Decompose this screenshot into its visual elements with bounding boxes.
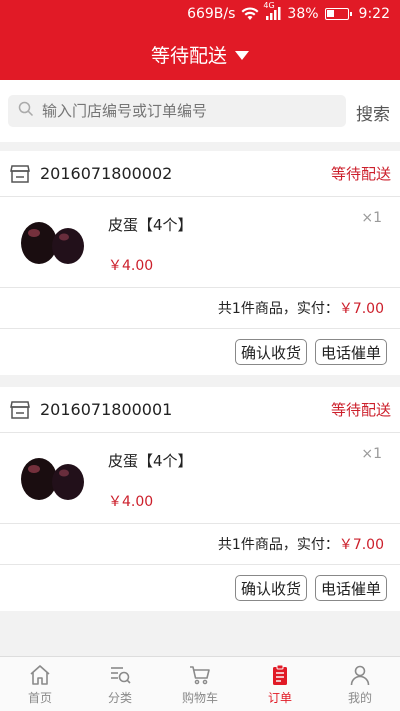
order-item[interactable]: 皮蛋【4个】 ×1 ￥4.00 (0, 433, 400, 524)
order-icon (273, 664, 287, 685)
search-box (8, 95, 346, 127)
order-status: 等待配送 (330, 401, 391, 419)
order-number: 2016071800001 (40, 400, 173, 419)
order-card: 2016071800001 等待配送 皮蛋【4个】 ×1 ￥4.00 共1件商品… (0, 387, 400, 611)
battery-icon (324, 8, 352, 20)
tab-label: 首页 (27, 690, 52, 705)
store-icon (10, 400, 30, 419)
product-image (21, 222, 84, 264)
order-header[interactable]: 2016071800002 等待配送 (0, 151, 400, 197)
tab-mine[interactable]: 我的 (320, 657, 400, 711)
product-quantity: ×1 (361, 446, 382, 462)
product-price: ￥4.00 (108, 258, 154, 274)
status-bar: 669B/s 4G 38% 9:22 (0, 0, 400, 28)
tab-label: 分类 (107, 690, 132, 705)
search-icon (18, 101, 34, 121)
tab-label: 我的 (347, 690, 372, 705)
search-button[interactable]: 搜索 (356, 100, 390, 125)
product-name: 皮蛋【4个】 (108, 216, 193, 234)
app-header: 669B/s 4G 38% 9:22 等待配送 (0, 0, 400, 80)
confirm-receipt-button[interactable]: 确认收货 (234, 339, 307, 365)
product-name: 皮蛋【4个】 (108, 452, 193, 470)
wifi-icon (241, 7, 259, 21)
page-title: 等待配送 (150, 44, 227, 67)
home-icon (30, 664, 50, 685)
store-icon (10, 164, 30, 183)
order-actions: 确认收货 电话催单 (0, 565, 400, 611)
user-icon (350, 665, 370, 685)
order-item[interactable]: 皮蛋【4个】 ×1 ￥4.00 (0, 197, 400, 288)
order-number: 2016071800002 (40, 164, 173, 183)
tab-home[interactable]: 首页 (0, 657, 80, 711)
order-header[interactable]: 2016071800001 等待配送 (0, 387, 400, 433)
cart-icon (190, 665, 210, 684)
category-icon (111, 666, 131, 684)
tab-orders[interactable]: 订单 (240, 657, 320, 711)
confirm-receipt-button[interactable]: 确认收货 (234, 575, 307, 601)
order-total: ￥7.00 (338, 537, 384, 553)
search-input[interactable] (42, 102, 332, 120)
order-total: ￥7.00 (338, 301, 384, 317)
tab-cart[interactable]: 购物车 (160, 657, 240, 711)
status-filter-dropdown[interactable]: 等待配送 (0, 28, 400, 80)
tab-category[interactable]: 分类 (80, 657, 160, 711)
order-summary: 共1件商品，实付： ￥7.00 (0, 288, 400, 329)
signal-icon: 4G (263, 1, 281, 21)
order-actions: 确认收货 电话催单 (0, 329, 400, 375)
summary-text: 共1件商品，实付： (217, 301, 339, 317)
chevron-down-icon (235, 50, 249, 60)
bottom-tab-bar: 首页 分类 购物车 订单 我的 (0, 656, 400, 711)
product-image (21, 458, 84, 500)
call-to-urge-button[interactable]: 电话催单 (314, 575, 387, 601)
network-type: 4G (263, 1, 275, 10)
product-price: ￥4.00 (108, 494, 154, 510)
summary-text: 共1件商品，实付： (217, 537, 339, 553)
tab-label: 购物车 (181, 690, 218, 705)
net-speed: 669B/s (187, 6, 236, 22)
order-status: 等待配送 (330, 165, 391, 183)
order-card: 2016071800002 等待配送 皮蛋【4个】 ×1 ￥4.00 共1件商品… (0, 151, 400, 375)
battery-percent: 38% (287, 6, 319, 22)
search-bar: 搜索 (0, 80, 400, 142)
call-to-urge-button[interactable]: 电话催单 (314, 339, 387, 365)
tab-label: 订单 (267, 690, 292, 705)
order-summary: 共1件商品，实付： ￥7.00 (0, 524, 400, 565)
clock: 9:22 (358, 6, 390, 22)
product-quantity: ×1 (361, 210, 382, 226)
